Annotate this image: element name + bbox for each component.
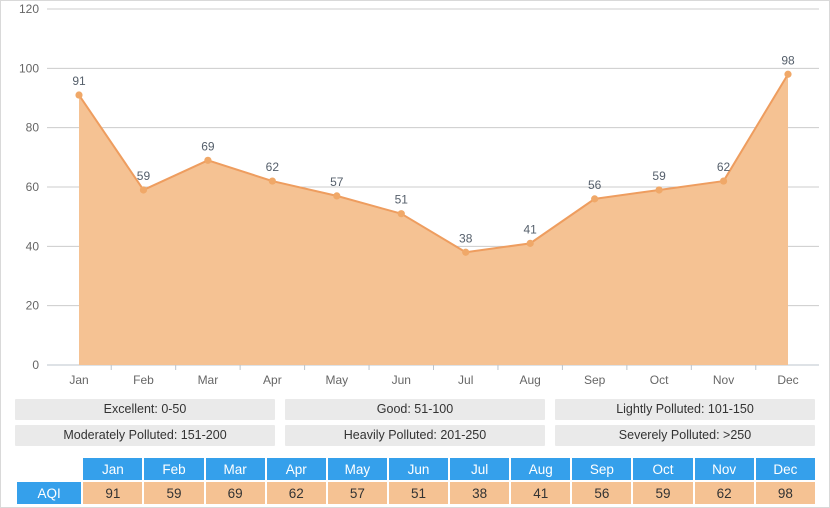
- data-point-dec[interactable]: [784, 70, 792, 78]
- data-point-aug[interactable]: [526, 239, 534, 247]
- table-cell-aqi-may: 57: [327, 482, 387, 504]
- table-header-may: May: [327, 458, 387, 480]
- table-cell-aqi-jan: 91: [83, 482, 143, 504]
- table-header-jul: Jul: [450, 458, 510, 480]
- legend-item-heavily-polluted[interactable]: Heavily Polluted: 201-250: [285, 425, 545, 446]
- data-label-dec: 98: [781, 53, 795, 67]
- table-cell-aqi-nov: 62: [694, 482, 754, 504]
- table-header-mar: Mar: [205, 458, 265, 480]
- table-header-feb: Feb: [144, 458, 204, 480]
- table-header-jan: Jan: [83, 458, 143, 480]
- x-axis-label-nov: Nov: [713, 373, 734, 387]
- x-axis-label-jul: Jul: [458, 373, 473, 387]
- y-axis-tick-80: 80: [26, 121, 40, 135]
- data-label-nov: 62: [717, 160, 731, 174]
- table-cell-aqi-mar: 69: [205, 482, 265, 504]
- table-cell-aqi-jun: 51: [388, 482, 449, 504]
- legend-item-severely-polluted[interactable]: Severely Polluted: >250: [555, 425, 815, 446]
- y-axis-tick-60: 60: [26, 180, 40, 194]
- table-cell-aqi-apr: 62: [266, 482, 326, 504]
- x-axis-label-mar: Mar: [198, 373, 219, 387]
- table-header-aug: Aug: [511, 458, 571, 480]
- data-label-jun: 51: [395, 193, 409, 207]
- chart-area: 0 20 40 60 80 100 120 91 Jan 59 Feb 69 Mar 62 Apr 57 May…: [1, 1, 829, 389]
- x-axis-label-dec: Dec: [777, 373, 798, 387]
- x-axis-label-jan: Jan: [69, 373, 88, 387]
- table-header-sep: Sep: [572, 458, 632, 480]
- x-axis-label-sep: Sep: [584, 373, 606, 387]
- aqi-data-table-wrapper: Jan Feb Mar Apr May Jun Jul Aug Sep Oct Nov Dec AQI…: [15, 456, 817, 506]
- y-axis-tick-20: 20: [26, 299, 40, 313]
- y-axis-tick-120: 120: [19, 2, 39, 16]
- data-point-oct[interactable]: [655, 186, 663, 194]
- table-corner-cell: [17, 458, 81, 480]
- table-cell-aqi-dec: 98: [755, 482, 815, 504]
- table-cell-aqi-feb: 59: [144, 482, 204, 504]
- table-cell-aqi-jul: 38: [450, 482, 510, 504]
- data-point-apr[interactable]: [268, 177, 276, 185]
- aqi-level-legend: Excellent: 0-50 Good: 51-100 Lightly Pol…: [15, 399, 815, 451]
- legend-item-moderately-polluted[interactable]: Moderately Polluted: 151-200: [15, 425, 275, 446]
- table-row-values: AQI 91 59 69 62 57 51 38 41 56 59 62 98: [17, 482, 815, 504]
- data-label-jul: 38: [459, 231, 473, 245]
- table-row-label-aqi: AQI: [17, 482, 82, 504]
- table-header-nov: Nov: [694, 458, 754, 480]
- aqi-area-chart: 0 20 40 60 80 100 120 91 Jan 59 Feb 69 Mar 62 Apr 57 May…: [19, 2, 819, 387]
- table-cell-aqi-aug: 41: [511, 482, 571, 504]
- x-axis-label-feb: Feb: [133, 373, 154, 387]
- table-header-apr: Apr: [266, 458, 326, 480]
- data-point-feb[interactable]: [139, 186, 148, 194]
- data-point-may[interactable]: [333, 192, 341, 200]
- data-label-mar: 69: [201, 139, 215, 153]
- data-label-may: 57: [330, 175, 344, 189]
- table-header-jun: Jun: [388, 458, 449, 480]
- y-axis-tick-40: 40: [26, 239, 40, 253]
- data-point-jul[interactable]: [462, 248, 470, 256]
- legend-item-good[interactable]: Good: 51-100: [285, 399, 545, 420]
- table-header-dec: Dec: [755, 458, 815, 480]
- data-label-jan: 91: [72, 74, 86, 88]
- data-point-sep[interactable]: [591, 195, 599, 203]
- data-label-feb: 59: [137, 169, 151, 183]
- legend-row-2: Moderately Polluted: 151-200 Heavily Pol…: [15, 425, 815, 446]
- table-header-oct: Oct: [633, 458, 693, 480]
- legend-item-excellent[interactable]: Excellent: 0-50: [15, 399, 275, 420]
- data-point-jan[interactable]: [75, 91, 83, 99]
- aqi-data-table: Jan Feb Mar Apr May Jun Jul Aug Sep Oct Nov Dec AQI…: [15, 456, 817, 506]
- table-row-header: Jan Feb Mar Apr May Jun Jul Aug Sep Oct Nov Dec: [17, 458, 815, 480]
- area-fill: [79, 74, 788, 366]
- x-axis-label-may: May: [325, 373, 348, 387]
- aqi-chart-page: 0 20 40 60 80 100 120 91 Jan 59 Feb 69 Mar 62 Apr 57 May…: [0, 0, 830, 508]
- x-axis-label-apr: Apr: [263, 373, 282, 387]
- y-axis-tick-0: 0: [32, 358, 39, 372]
- data-label-aug: 41: [524, 222, 538, 236]
- table-cell-aqi-oct: 59: [633, 482, 693, 504]
- data-point-jun[interactable]: [397, 210, 405, 218]
- legend-item-lightly-polluted[interactable]: Lightly Polluted: 101-150: [555, 399, 815, 420]
- data-label-apr: 62: [266, 160, 280, 174]
- x-axis-label-oct: Oct: [650, 373, 669, 387]
- y-axis-tick-100: 100: [19, 61, 39, 75]
- x-axis-label-jun: Jun: [392, 373, 411, 387]
- legend-row-1: Excellent: 0-50 Good: 51-100 Lightly Pol…: [15, 399, 815, 420]
- data-point-mar[interactable]: [204, 156, 212, 164]
- x-axis-label-aug: Aug: [520, 373, 541, 387]
- data-label-sep: 56: [588, 178, 602, 192]
- table-cell-aqi-sep: 56: [572, 482, 632, 504]
- data-label-oct: 59: [652, 169, 666, 183]
- data-point-nov[interactable]: [719, 177, 728, 185]
